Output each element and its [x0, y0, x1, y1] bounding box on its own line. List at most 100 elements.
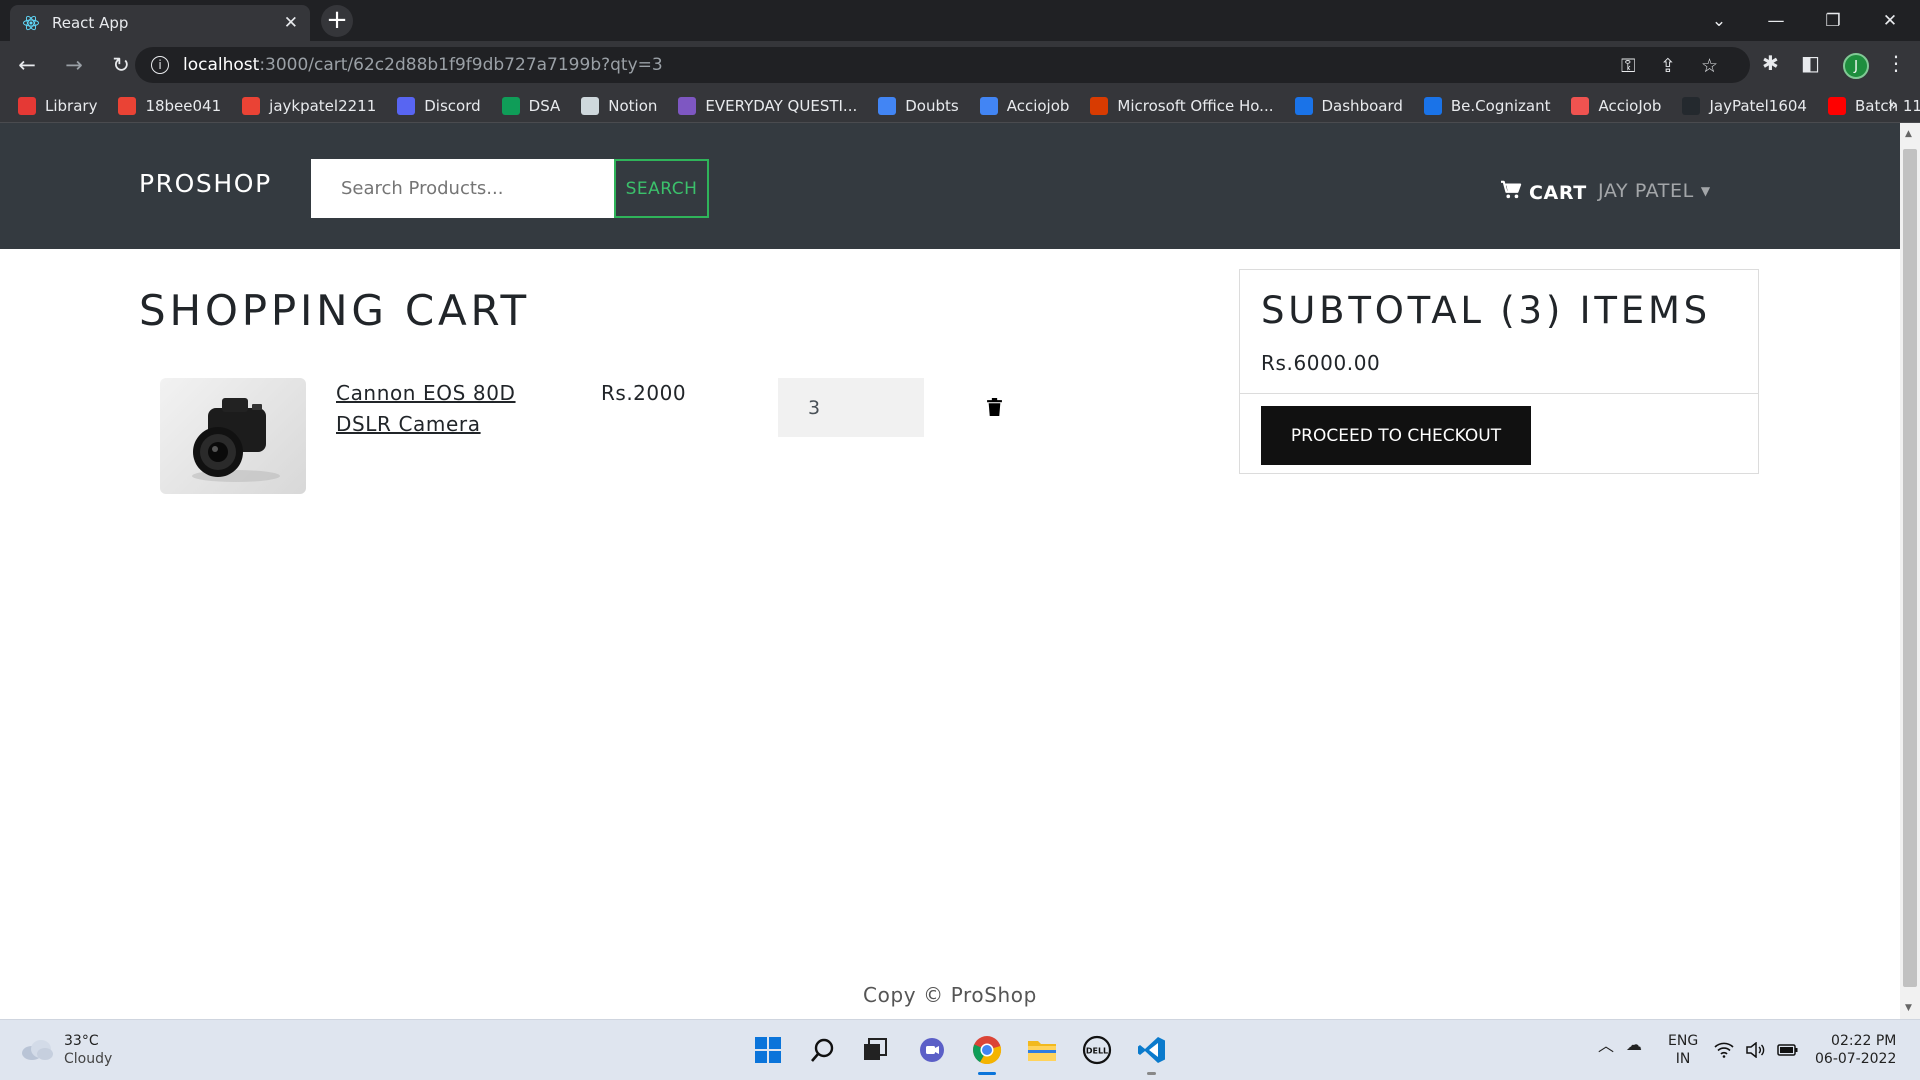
page-viewport: PROSHOP SEARCH CART JAY PATEL ▼ SHOPPING…: [0, 123, 1920, 1019]
bookmark-item[interactable]: Library: [18, 96, 98, 115]
bookmark-label: Library: [45, 96, 98, 115]
bookmark-favicon-icon: [118, 96, 137, 115]
battery-icon[interactable]: [1775, 1032, 1801, 1068]
bookmark-label: 18bee041: [145, 96, 222, 115]
site-navbar: PROSHOP SEARCH CART JAY PATEL ▼: [0, 123, 1900, 249]
weather-widget[interactable]: 33°C Cloudy: [20, 1032, 112, 1068]
subtotal-title: SUBTOTAL (3) ITEMS: [1261, 289, 1711, 332]
bookmark-favicon-icon: [1682, 96, 1701, 115]
trash-icon: [986, 398, 1002, 416]
summary-header: SUBTOTAL (3) ITEMS Rs.6000.00: [1240, 270, 1758, 394]
active-app-indicator: [978, 1072, 996, 1075]
bookmark-item[interactable]: jaykpatel2211: [242, 96, 377, 115]
system-tray: ︿ ☁: [1598, 1032, 1642, 1056]
search-input[interactable]: [311, 159, 615, 218]
bookmark-item[interactable]: Doubts: [878, 96, 959, 115]
bookmark-item[interactable]: Notion: [581, 96, 657, 115]
browser-tab[interactable]: React App ✕: [10, 5, 310, 41]
bookmark-favicon-icon: [397, 96, 416, 115]
new-tab-button[interactable]: +: [321, 5, 353, 37]
bookmark-item[interactable]: DSA: [501, 96, 560, 115]
subtotal-amount: Rs.6000.00: [1261, 351, 1381, 375]
user-dropdown[interactable]: JAY PATEL ▼: [1598, 180, 1711, 202]
bookmark-favicon-icon: [1423, 96, 1442, 115]
bookmark-item[interactable]: EVERYDAY QUESTI...: [678, 96, 857, 115]
bookmark-item[interactable]: Batch 11: [1827, 96, 1920, 115]
teams-chat-icon[interactable]: [914, 1032, 950, 1068]
remove-item-button[interactable]: [980, 390, 1008, 424]
close-window-button[interactable]: ✕: [1862, 0, 1918, 41]
footer-copyright: Copy © ProShop: [863, 983, 1037, 1007]
more-bookmarks-chevron-icon[interactable]: »: [1888, 95, 1898, 115]
tab-search-chevron-icon[interactable]: ⌄: [1691, 0, 1747, 41]
language-code: ENG: [1668, 1033, 1699, 1049]
key-icon[interactable]: ⚿: [1621, 55, 1635, 77]
bookmark-favicon-icon: [678, 96, 697, 115]
bookmark-item[interactable]: JayPatel1604: [1682, 96, 1807, 115]
browser-menu-icon[interactable]: ⋮: [1886, 51, 1906, 75]
proceed-to-checkout-button[interactable]: PROCEED TO CHECKOUT: [1261, 406, 1531, 465]
onedrive-cloud-icon[interactable]: ☁: [1626, 1035, 1642, 1054]
product-price: Rs.2000: [601, 381, 687, 405]
search-button[interactable]: SEARCH: [614, 159, 709, 218]
share-icon[interactable]: ⇪: [1660, 55, 1676, 77]
scrollbar-thumb[interactable]: [1903, 149, 1917, 987]
page-title: SHOPPING CART: [139, 286, 530, 335]
bookmark-label: AccioJob: [1598, 96, 1662, 115]
profile-avatar[interactable]: J: [1843, 53, 1869, 79]
search-taskbar-icon[interactable]: [805, 1032, 841, 1068]
url-host: localhost: [183, 55, 260, 75]
bookmark-item[interactable]: Discord: [397, 96, 481, 115]
bookmark-label: Dashboard: [1321, 96, 1403, 115]
bookmark-item[interactable]: Be.Cognizant: [1423, 96, 1550, 115]
file-explorer-icon[interactable]: [1024, 1032, 1060, 1068]
svg-text:DELL: DELL: [1086, 1047, 1108, 1056]
forward-arrow-icon[interactable]: →: [54, 45, 94, 85]
tab-close-icon[interactable]: ✕: [284, 13, 298, 33]
caret-down-icon: ▼: [1700, 184, 1711, 198]
quantity-select[interactable]: 3: [778, 378, 924, 437]
shopping-cart-icon: [1500, 180, 1522, 205]
bookmark-favicon-icon: [18, 96, 36, 115]
bookmark-item[interactable]: Microsoft Office Ho...: [1090, 96, 1274, 115]
wifi-icon[interactable]: [1711, 1032, 1737, 1068]
bookmark-favicon-icon: [1827, 96, 1846, 115]
extensions-icon[interactable]: ✱: [1762, 51, 1779, 75]
bookmark-item[interactable]: Acciojob: [979, 96, 1070, 115]
bookmark-star-icon[interactable]: ☆: [1701, 55, 1718, 77]
weather-condition: Cloudy: [64, 1051, 113, 1067]
bookmark-item[interactable]: Dashboard: [1294, 96, 1403, 115]
show-hidden-icons-chevron-icon[interactable]: ︿: [1598, 1032, 1614, 1056]
volume-icon[interactable]: [1743, 1032, 1769, 1068]
scroll-up-arrow-icon[interactable]: ▲: [1905, 129, 1912, 139]
language-indicator[interactable]: ENG IN: [1668, 1032, 1698, 1068]
vscode-taskbar-icon[interactable]: [1134, 1032, 1170, 1075]
minimize-button[interactable]: —: [1748, 0, 1804, 41]
windows-start-icon[interactable]: [750, 1032, 786, 1068]
task-view-icon[interactable]: [857, 1032, 893, 1068]
product-name-link[interactable]: Cannon EOS 80D DSLR Camera: [336, 378, 536, 440]
scroll-down-arrow-icon[interactable]: ▼: [1905, 1003, 1912, 1013]
bookmark-favicon-icon: [1571, 96, 1590, 115]
user-name: JAY PATEL: [1598, 180, 1694, 202]
order-summary-card: SUBTOTAL (3) ITEMS Rs.6000.00 PROCEED TO…: [1239, 269, 1759, 474]
restore-button[interactable]: ❐: [1805, 0, 1861, 41]
cloud-icon: [20, 1038, 54, 1062]
page-scrollbar[interactable]: ▲ ▼: [1900, 123, 1920, 1019]
brand-logo[interactable]: PROSHOP: [139, 169, 272, 198]
bookmark-label: Discord: [424, 96, 481, 115]
side-panel-icon[interactable]: ◧: [1801, 51, 1820, 75]
bookmark-label: Acciojob: [1006, 96, 1070, 115]
system-clock[interactable]: 02:22 PM 06-07-2022: [1815, 1032, 1896, 1068]
bookmark-item[interactable]: AccioJob: [1571, 96, 1662, 115]
cart-link[interactable]: CART: [1500, 180, 1587, 205]
bookmark-label: jaykpatel2211: [269, 96, 377, 115]
dell-app-icon[interactable]: DELL: [1079, 1032, 1115, 1068]
bookmark-item[interactable]: 18bee041: [118, 96, 222, 115]
chrome-taskbar-icon[interactable]: [969, 1032, 1005, 1075]
address-bar[interactable]: i localhost:3000/cart/62c2d88b1f9f9db727…: [135, 47, 1750, 83]
site-info-icon[interactable]: i: [151, 56, 169, 74]
language-region: IN: [1675, 1051, 1691, 1067]
browser-tab-strip: React App ✕ + ⌄ — ❐ ✕: [0, 0, 1920, 41]
back-arrow-icon[interactable]: ←: [7, 45, 47, 85]
